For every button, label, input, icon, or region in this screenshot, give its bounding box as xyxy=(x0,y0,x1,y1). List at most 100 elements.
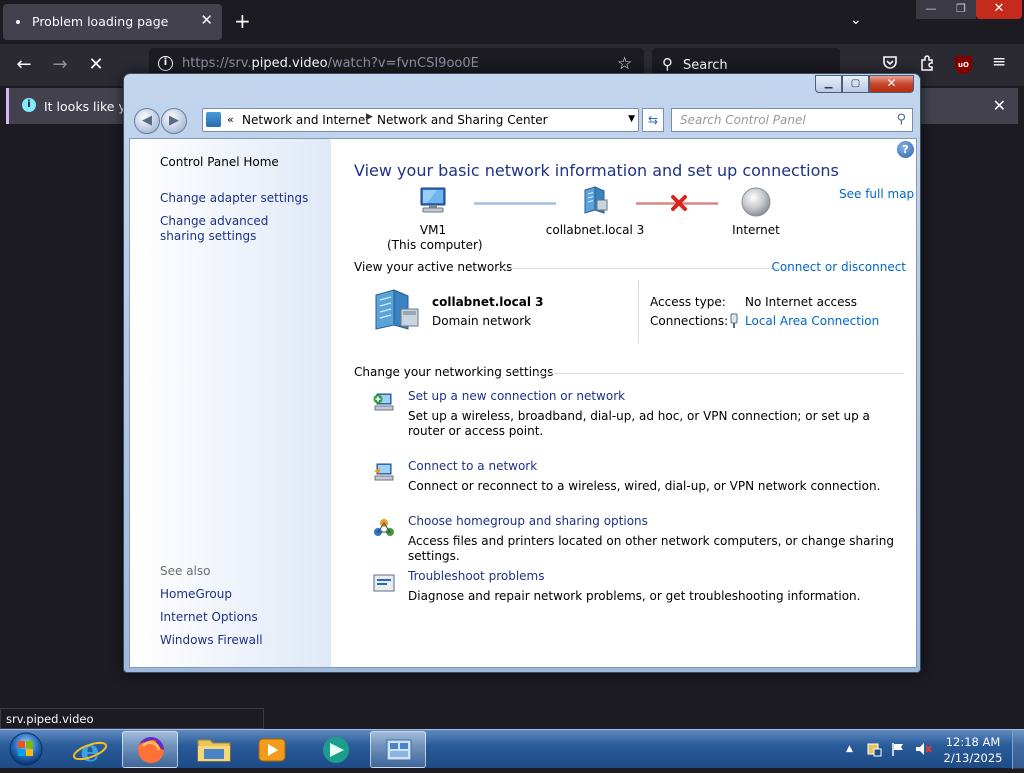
maximize-icon[interactable]: ▢ xyxy=(842,75,869,93)
show-hidden-icons-icon[interactable]: ▲ xyxy=(846,744,853,754)
taskbar-explorer[interactable] xyxy=(186,731,242,768)
search-icon[interactable]: ⚲ xyxy=(896,112,906,127)
stop-loading-icon[interactable]: ✕ xyxy=(82,52,110,80)
forward-arrow-icon[interactable]: → xyxy=(46,52,74,80)
taskbar-app[interactable] xyxy=(308,731,364,768)
connect-network-desc: Connect or reconnect to a wireless, wire… xyxy=(408,479,881,493)
taskbar-internet-explorer[interactable]: e xyxy=(62,731,118,769)
bookmark-star-icon[interactable]: ☆ xyxy=(617,54,632,74)
extensions-icon[interactable] xyxy=(919,54,936,75)
domain-network-icon[interactable] xyxy=(579,186,609,216)
search-placeholder: Search Control Panel xyxy=(680,113,806,127)
start-orb-icon[interactable] xyxy=(4,730,48,769)
change-adapter-settings-link[interactable]: Change adapter settings xyxy=(160,191,308,205)
ublock-origin-icon[interactable]: uO xyxy=(955,56,972,74)
internet-options-link[interactable]: Internet Options xyxy=(160,610,258,624)
new-connection-icon xyxy=(373,393,394,411)
windows-firewall-link[interactable]: Windows Firewall xyxy=(160,633,263,647)
troubleshoot-desc: Diagnose and repair network problems, or… xyxy=(408,589,861,603)
no-connection-x-icon[interactable] xyxy=(670,194,688,212)
network-type-link[interactable]: Domain network xyxy=(432,314,531,328)
restore-icon[interactable]: ❐ xyxy=(946,0,976,19)
url-text[interactable]: https://srv.piped.video/watch?v=fvnCSI9o… xyxy=(182,56,479,71)
address-dropdown-icon[interactable]: ▼ xyxy=(628,114,635,124)
media-player-icon xyxy=(258,738,286,762)
browser-tab[interactable]: Problem loading page ✕ xyxy=(3,4,222,40)
back-arrow-icon[interactable]: ◀ xyxy=(134,108,160,134)
setup-connection-link[interactable]: Set up a new connection or network xyxy=(408,389,625,403)
vertical-divider xyxy=(638,280,639,343)
connect-or-disconnect-link[interactable]: Connect or disconnect xyxy=(771,260,906,274)
new-tab-icon[interactable]: + xyxy=(234,9,251,33)
close-window-icon[interactable]: ✕ xyxy=(976,0,1022,19)
search-control-panel-input[interactable]: Search Control Panel ⚲ xyxy=(671,108,913,132)
search-label: Search xyxy=(683,58,728,73)
internet-explorer-icon: e xyxy=(72,734,108,769)
refresh-icon[interactable]: ⇆ xyxy=(642,108,664,132)
domain-network-large-icon xyxy=(375,289,419,330)
system-clock[interactable]: 12:18 AM 2/13/2025 xyxy=(942,734,1004,766)
connect-network-icon xyxy=(374,463,394,481)
internet-globe-icon[interactable] xyxy=(740,186,772,218)
show-desktop-button[interactable] xyxy=(1012,730,1024,769)
connect-network-link[interactable]: Connect to a network xyxy=(408,459,537,473)
action-center-flag-icon[interactable] xyxy=(866,741,882,757)
forward-arrow-icon[interactable]: ▶ xyxy=(161,108,187,134)
firefox-tab-bar: Problem loading page ✕ + ⌄ — ❐ ✕ xyxy=(0,0,1024,44)
breadcrumb-overflow[interactable]: « xyxy=(227,113,234,126)
breadcrumb-network-sharing-center[interactable]: Network and Sharing Center xyxy=(377,113,548,127)
troubleshoot-icon xyxy=(373,574,395,592)
access-type-label: Access type: xyxy=(650,295,726,309)
menu-hamburger-icon[interactable]: ≡ xyxy=(992,52,1006,72)
ethernet-icon xyxy=(730,313,738,328)
breadcrumb-separator-icon[interactable]: ▶ xyxy=(366,112,373,122)
list-all-tabs-icon[interactable]: ⌄ xyxy=(850,12,862,28)
network-center-icon xyxy=(206,112,221,127)
firefox-icon xyxy=(137,737,164,763)
main-pane: ? View your basic network information an… xyxy=(331,139,916,667)
breadcrumb-network-internet[interactable]: Network and Internet xyxy=(242,113,370,127)
change-advanced-sharing-link[interactable]: Change advanced sharing settings xyxy=(160,214,310,244)
task-pane: Control Panel Home Change adapter settin… xyxy=(130,139,331,667)
content-area: Control Panel Home Change adapter settin… xyxy=(129,138,917,668)
connections-label: Connections: xyxy=(650,314,729,328)
see-also-heading: See also xyxy=(160,564,211,578)
control-panel-icon xyxy=(386,739,412,761)
setup-connection-desc: Set up a wireless, broadband, dial-up, a… xyxy=(408,409,870,438)
network-sharing-center-window: ▁ ▢ ✕ ◀ ▶ « Network and Internet ▶ Netwo… xyxy=(123,73,921,673)
flag-icon[interactable] xyxy=(890,741,906,757)
access-type-value: No Internet access xyxy=(745,295,858,309)
address-bar[interactable]: « Network and Internet ▶ Network and Sha… xyxy=(202,108,639,132)
homegroup-link[interactable]: HomeGroup xyxy=(160,587,232,601)
status-url-tooltip: srv.piped.video xyxy=(0,708,264,729)
site-info-icon[interactable]: i xyxy=(158,56,173,71)
homegroup-sharing-link[interactable]: Choose homegroup and sharing options xyxy=(408,514,648,528)
window-caption-buttons: ▁ ▢ ✕ xyxy=(815,75,914,93)
taskbar-control-panel[interactable] xyxy=(370,731,426,768)
help-icon[interactable]: ? xyxy=(897,141,914,158)
network-node-name: collabnet.local 3 xyxy=(545,223,645,237)
control-panel-home-link[interactable]: Control Panel Home xyxy=(160,155,279,169)
svg-text:e: e xyxy=(80,734,99,768)
back-arrow-icon[interactable]: ← xyxy=(10,52,38,80)
active-networks-heading: View your active networks xyxy=(354,260,513,274)
volume-muted-icon[interactable] xyxy=(914,741,932,757)
pocket-icon[interactable] xyxy=(882,54,898,74)
computer-sub: (This computer) xyxy=(387,238,483,252)
clock-time: 12:18 AM xyxy=(945,735,1001,749)
notification-close-icon[interactable]: ✕ xyxy=(993,96,1006,115)
computer-icon[interactable] xyxy=(417,186,449,216)
minimize-icon[interactable]: — xyxy=(916,0,946,19)
local-area-connection-link[interactable]: Local Area Connection xyxy=(745,314,879,328)
see-full-map-link[interactable]: See full map xyxy=(839,187,914,201)
tab-favicon-icon xyxy=(16,20,20,24)
minimize-icon[interactable]: ▁ xyxy=(815,75,842,93)
taskbar-media-player[interactable] xyxy=(244,731,300,768)
explorer-nav-buttons: ◀ ▶ xyxy=(132,106,196,134)
close-icon[interactable]: ✕ xyxy=(869,75,914,93)
taskbar-firefox[interactable] xyxy=(122,731,178,768)
folder-icon xyxy=(197,739,231,762)
troubleshoot-link[interactable]: Troubleshoot problems xyxy=(408,569,544,583)
connection-line xyxy=(474,202,556,205)
tab-close-icon[interactable]: ✕ xyxy=(200,11,213,29)
